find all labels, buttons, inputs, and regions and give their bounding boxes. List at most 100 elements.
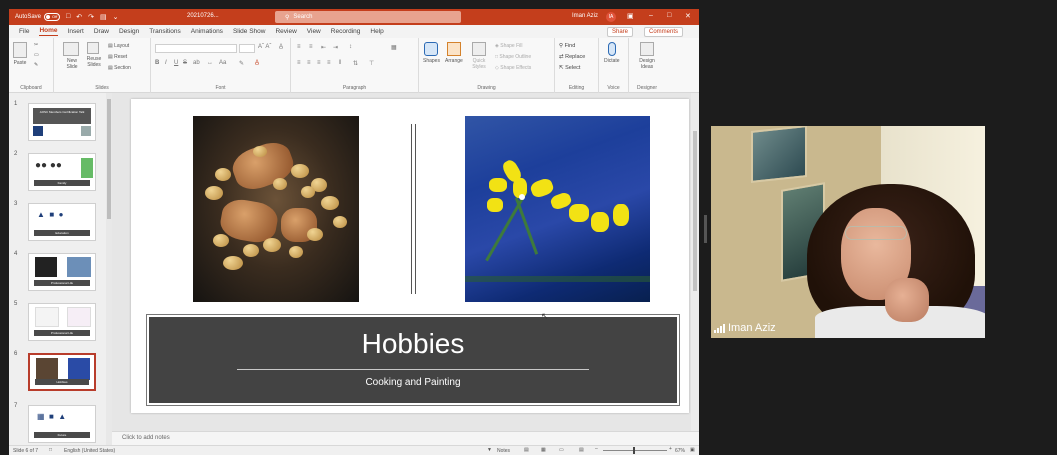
slide-thumbnail-selected[interactable]: 6 Hobbies <box>9 351 106 391</box>
slide-preview[interactable]: Professional Life <box>28 303 96 341</box>
line-spacing-icon[interactable]: ↕ <box>349 44 352 50</box>
tab-draw[interactable]: Draw <box>94 28 109 35</box>
slide-preview[interactable]: AOSC Members Certification Talk <box>28 103 96 141</box>
smartart-icon[interactable]: ▦ <box>391 44 397 51</box>
tab-review[interactable]: Review <box>275 28 296 35</box>
format-painter-icon[interactable]: ✎ <box>34 62 38 68</box>
shadow-button[interactable]: ab <box>193 60 200 66</box>
maximize-icon[interactable]: □ <box>667 12 671 19</box>
shape-fill-button[interactable]: ◈ Shape Fill <box>495 43 522 49</box>
shapes-button[interactable]: Shapes <box>423 42 440 64</box>
tab-slide-show[interactable]: Slide Show <box>233 28 266 35</box>
reading-view-icon[interactable]: ▭ <box>559 447 564 453</box>
italic-button[interactable]: I <box>165 60 167 66</box>
numbering-icon[interactable]: ≡ <box>309 44 313 50</box>
scrollbar-thumb[interactable] <box>693 131 697 291</box>
design-ideas-button[interactable]: Design Ideas <box>635 42 659 70</box>
zoom-slider-thumb[interactable] <box>633 447 635 454</box>
bold-button[interactable]: B <box>155 60 159 66</box>
autosave-control[interactable]: AutoSave Off <box>15 13 61 21</box>
notes-icon[interactable]: ▼ <box>487 447 492 453</box>
minimize-icon[interactable]: – <box>649 12 653 19</box>
close-icon[interactable]: ✕ <box>685 12 691 20</box>
customize-qat-icon[interactable]: ⌄ <box>113 13 119 21</box>
undo-icon[interactable]: ↶ <box>76 13 82 21</box>
slide-preview[interactable]: ●● ●● Family <box>28 153 96 191</box>
tab-recording[interactable]: Recording <box>331 28 361 35</box>
file-name[interactable]: 20210726... <box>187 13 219 19</box>
columns-icon[interactable]: ‖ <box>339 60 341 66</box>
slide-preview[interactable]: ▲ ■ ● Education <box>28 203 96 241</box>
highlight-icon[interactable]: ✎ <box>239 60 244 67</box>
increase-indent-icon[interactable]: ⇥ <box>333 44 338 51</box>
slideshow-icon[interactable]: ▤ <box>579 447 584 453</box>
slide-thumbnail[interactable]: 4 Professional Life <box>9 251 106 291</box>
slide-sorter-icon[interactable]: ▦ <box>541 447 546 453</box>
slide-thumbnail[interactable]: 7 ▦ ■ ▲ Future <box>9 403 106 443</box>
bullets-icon[interactable]: ≡ <box>297 44 301 50</box>
paste-button[interactable]: Paste <box>13 42 27 66</box>
font-color-icon[interactable]: A̲ <box>255 60 259 66</box>
reuse-slides-button[interactable]: Reuse Slides <box>84 42 102 68</box>
slide-thumbnail[interactable]: 5 Professional Life <box>9 301 106 341</box>
notes-pane[interactable]: Click to add notes <box>112 431 699 445</box>
tab-insert[interactable]: Insert <box>68 28 84 35</box>
copy-icon[interactable]: ▭ <box>34 52 39 58</box>
clear-format-icon[interactable]: A̲ <box>279 44 283 50</box>
slide-thumbnail[interactable]: 3 ▲ ■ ● Education <box>9 201 106 241</box>
tab-transitions[interactable]: Transitions <box>149 28 181 35</box>
slide-thumbnail[interactable]: 2 ●● ●● Family <box>9 151 106 191</box>
tab-file[interactable]: File <box>19 28 29 35</box>
arrange-button[interactable]: Arrange <box>445 42 463 64</box>
quick-styles-button[interactable]: Quick Styles <box>469 42 489 70</box>
tab-view[interactable]: View <box>307 28 321 35</box>
redo-icon[interactable]: ↷ <box>88 13 94 21</box>
layout-button[interactable]: ▤ Layout <box>108 43 129 49</box>
font-size-input[interactable] <box>239 44 255 53</box>
slide-title[interactable]: Hobbies <box>149 328 677 360</box>
zoom-slider[interactable] <box>603 447 667 454</box>
avatar[interactable]: IA <box>606 12 616 22</box>
slide-preview[interactable]: ▦ ■ ▲ Future <box>28 405 96 443</box>
video-tile[interactable] <box>711 126 985 338</box>
cut-icon[interactable]: ✂ <box>34 42 38 48</box>
char-spacing-icon[interactable]: ↔ <box>207 60 213 66</box>
user-name[interactable]: Iman Aziz <box>572 13 598 19</box>
change-case-icon[interactable]: Aa <box>219 60 226 66</box>
find-button[interactable]: ⚲ Find <box>559 43 575 49</box>
align-text-icon[interactable]: ⊤ <box>369 60 374 67</box>
underline-button[interactable]: U <box>174 60 178 66</box>
cooking-photo[interactable] <box>193 116 359 302</box>
tab-home[interactable]: Home <box>39 27 58 36</box>
search-box[interactable]: ⚲ Search <box>275 11 461 23</box>
slide-preview[interactable]: Professional Life <box>28 253 96 291</box>
dictate-button[interactable]: Dictate <box>604 42 620 64</box>
font-grow-icon[interactable]: Aˆ Aˇ <box>258 44 271 50</box>
normal-view-icon[interactable]: ▤ <box>524 447 529 453</box>
text-direction-icon[interactable]: ⇅ <box>353 60 358 67</box>
zoom-in-icon[interactable]: + <box>669 446 672 452</box>
current-slide[interactable]: Hobbies Cooking and Painting ↖ <box>131 99 689 413</box>
save-icon[interactable]: □ <box>66 13 70 21</box>
present-icon[interactable]: ▤ <box>100 13 107 21</box>
ribbon-display-icon[interactable]: ▣ <box>627 12 634 20</box>
new-slide-button[interactable]: New Slide <box>62 42 80 70</box>
tab-help[interactable]: Help <box>370 28 383 35</box>
justify-icon[interactable]: ≡ <box>327 60 331 66</box>
slide-scrollbar[interactable] <box>691 93 699 431</box>
align-left-icon[interactable]: ≡ <box>297 60 301 66</box>
fit-to-window-icon[interactable]: ▣ <box>690 447 695 453</box>
title-box[interactable]: Hobbies Cooking and Painting <box>146 314 680 406</box>
decrease-indent-icon[interactable]: ⇤ <box>321 44 326 51</box>
zoom-level[interactable]: 67% <box>675 448 685 454</box>
align-right-icon[interactable]: ≡ <box>317 60 321 66</box>
panel-resize-handle[interactable] <box>704 215 707 243</box>
comments-button[interactable]: Comments <box>644 27 684 37</box>
shape-effects-button[interactable]: ◇ Shape Effects <box>495 65 531 71</box>
slide-preview[interactable]: Hobbies <box>28 353 96 391</box>
accessibility-icon[interactable]: □ <box>49 447 52 453</box>
section-button[interactable]: ▤ Section <box>108 65 131 71</box>
share-button[interactable]: Share <box>607 27 634 37</box>
scrollbar-thumb[interactable] <box>107 99 111 219</box>
autosave-toggle[interactable]: Off <box>44 13 61 21</box>
